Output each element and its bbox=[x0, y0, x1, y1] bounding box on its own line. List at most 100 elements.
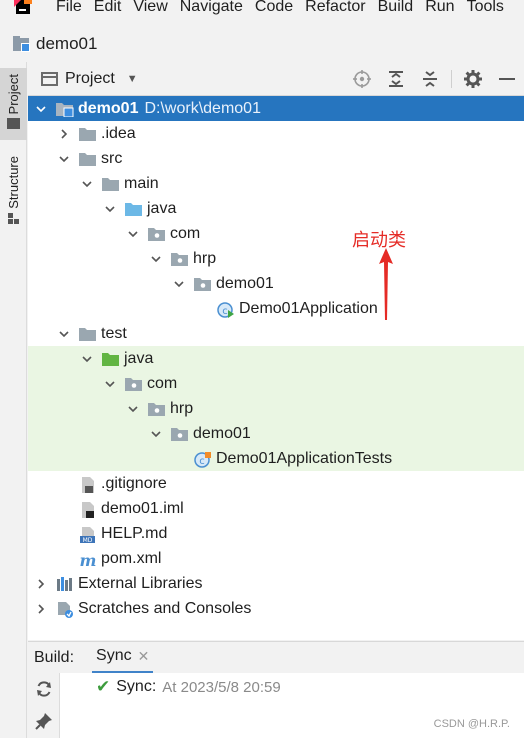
source-folder-icon bbox=[125, 201, 143, 217]
chevron-down-icon[interactable] bbox=[149, 252, 163, 266]
navigation-bar: demo01 bbox=[0, 28, 524, 60]
expand-all-icon[interactable] bbox=[379, 62, 413, 96]
tree-item-label: com bbox=[147, 374, 178, 392]
menu-edit[interactable]: Edit bbox=[88, 0, 128, 15]
watermark: CSDN @H.R.P. bbox=[433, 718, 510, 730]
build-tool-window-header: Build: Sync ✕ bbox=[28, 641, 524, 674]
chevron-right-icon[interactable] bbox=[34, 602, 48, 616]
annotation-arrow-icon bbox=[379, 248, 393, 320]
tree-item-scratches-and-consoles[interactable]: Scratches and Consoles bbox=[28, 596, 524, 621]
tree-item-label: main bbox=[124, 174, 159, 192]
tree-item-main[interactable]: main bbox=[28, 171, 524, 196]
tree-item-idea[interactable]: .idea bbox=[28, 121, 524, 146]
project-view-title[interactable]: Project bbox=[65, 70, 115, 88]
sync-status-row[interactable]: ✔ Sync: At 2023/5/8 20:59 bbox=[96, 677, 281, 697]
collapse-all-icon[interactable] bbox=[413, 62, 447, 96]
chevron-down-icon[interactable] bbox=[172, 277, 186, 291]
menu-run[interactable]: Run bbox=[419, 0, 460, 15]
package-icon bbox=[125, 376, 143, 392]
close-icon[interactable]: ✕ bbox=[138, 648, 150, 665]
tree-item-label: test bbox=[101, 324, 127, 342]
tree-item-external-libraries[interactable]: External Libraries bbox=[28, 571, 524, 596]
tree-item-label: java bbox=[124, 349, 154, 367]
chevron-down-icon[interactable] bbox=[126, 227, 140, 241]
tree-item-java[interactable]: java bbox=[28, 196, 524, 221]
tree-item-demo01application[interactable]: c Demo01Application bbox=[28, 296, 524, 321]
toolbar-separator bbox=[451, 70, 452, 88]
chevron-down-icon[interactable] bbox=[80, 352, 94, 366]
tree-item-pom-xml[interactable]: m pom.xml bbox=[28, 546, 524, 571]
chevron-down-icon[interactable] bbox=[126, 402, 140, 416]
module-folder-icon bbox=[56, 101, 74, 117]
svg-text:MD: MD bbox=[83, 537, 93, 544]
tree-item-path: D:\work\demo01 bbox=[144, 99, 261, 117]
breadcrumb-project[interactable]: demo01 bbox=[36, 34, 97, 54]
success-check-icon: ✔ bbox=[96, 677, 111, 696]
tree-item-label: demo01.iml bbox=[101, 499, 184, 517]
tree-item-label: demo01 bbox=[193, 424, 251, 442]
refresh-icon[interactable] bbox=[28, 673, 60, 705]
pin-icon[interactable] bbox=[28, 705, 60, 737]
menu-file[interactable]: File bbox=[34, 0, 88, 15]
project-panel-header: Project ▼ bbox=[28, 62, 524, 96]
chevron-down-icon[interactable] bbox=[103, 377, 117, 391]
tool-tab-project[interactable]: Project bbox=[0, 68, 27, 140]
sync-status-text: Sync: bbox=[116, 678, 157, 695]
intellij-logo-icon[interactable] bbox=[14, 0, 34, 17]
markdown-file-icon: MD bbox=[79, 526, 97, 544]
menu-tools[interactable]: Tools bbox=[461, 0, 510, 15]
menu-view[interactable]: View bbox=[127, 0, 173, 15]
tree-item-label: src bbox=[101, 149, 123, 167]
menu-build[interactable]: Build bbox=[372, 0, 420, 15]
folder-icon bbox=[79, 151, 97, 167]
spring-app-class-icon: c bbox=[217, 301, 235, 318]
chevron-down-icon[interactable] bbox=[34, 102, 48, 116]
gitignore-file-icon bbox=[79, 476, 97, 493]
chevron-down-icon[interactable]: ▼ bbox=[127, 73, 138, 85]
chevron-down-icon[interactable] bbox=[103, 202, 117, 216]
package-icon bbox=[148, 401, 166, 417]
tree-item-help-md[interactable]: MD HELP.md bbox=[28, 521, 524, 546]
tree-item-hrp[interactable]: hrp bbox=[28, 246, 524, 271]
tree-item-hrp[interactable]: hrp bbox=[28, 396, 524, 421]
tree-item-demo01-iml[interactable]: demo01.iml bbox=[28, 496, 524, 521]
tree-item-demo01applicationtests[interactable]: c Demo01ApplicationTests bbox=[28, 446, 524, 471]
minimize-icon[interactable] bbox=[490, 62, 524, 96]
locate-target-icon[interactable] bbox=[345, 62, 379, 96]
chevron-down-icon[interactable] bbox=[57, 327, 71, 341]
tree-item-demo01[interactable]: demo01 bbox=[28, 421, 524, 446]
tab-sync[interactable]: Sync ✕ bbox=[92, 642, 154, 674]
tool-tab-structure[interactable]: Structure bbox=[0, 156, 27, 236]
menu-navigate[interactable]: Navigate bbox=[174, 0, 249, 15]
tree-item-label: Scratches and Consoles bbox=[78, 599, 252, 617]
tree-item-demo01[interactable]: demo01 D:\work\demo01 bbox=[28, 96, 524, 121]
scratches-icon bbox=[56, 601, 74, 618]
chevron-down-icon[interactable] bbox=[149, 427, 163, 441]
menu-code[interactable]: Code bbox=[249, 0, 299, 15]
tree-item-src[interactable]: src bbox=[28, 146, 524, 171]
package-icon bbox=[171, 251, 189, 267]
tree-item-label: HELP.md bbox=[101, 524, 168, 542]
tree-item-demo01[interactable]: demo01 bbox=[28, 271, 524, 296]
chevron-down-icon[interactable] bbox=[57, 152, 71, 166]
chevron-right-icon[interactable] bbox=[57, 127, 71, 141]
left-tool-strip: Project Structure bbox=[0, 62, 27, 738]
tree-item-label: hrp bbox=[170, 399, 194, 417]
tool-tab-structure-label: Structure bbox=[6, 156, 21, 209]
tool-tab-project-label: Project bbox=[6, 74, 21, 115]
tree-item-test[interactable]: test bbox=[28, 321, 524, 346]
project-panel: Project ▼ demo01 D:\work\demo01 .idea src ma… bbox=[28, 62, 524, 640]
tree-item-com[interactable]: com bbox=[28, 371, 524, 396]
build-toolbar bbox=[28, 673, 60, 738]
tree-item-label: Demo01ApplicationTests bbox=[216, 449, 393, 467]
tree-item-java[interactable]: java bbox=[28, 346, 524, 371]
chevron-right-icon[interactable] bbox=[34, 577, 48, 591]
tree-item-com[interactable]: com bbox=[28, 221, 524, 246]
menu-refactor[interactable]: Refactor bbox=[299, 0, 371, 15]
package-icon bbox=[171, 426, 189, 442]
tree-item-gitignore[interactable]: .gitignore bbox=[28, 471, 524, 496]
chevron-down-icon[interactable] bbox=[80, 177, 94, 191]
gear-icon[interactable] bbox=[456, 62, 490, 96]
